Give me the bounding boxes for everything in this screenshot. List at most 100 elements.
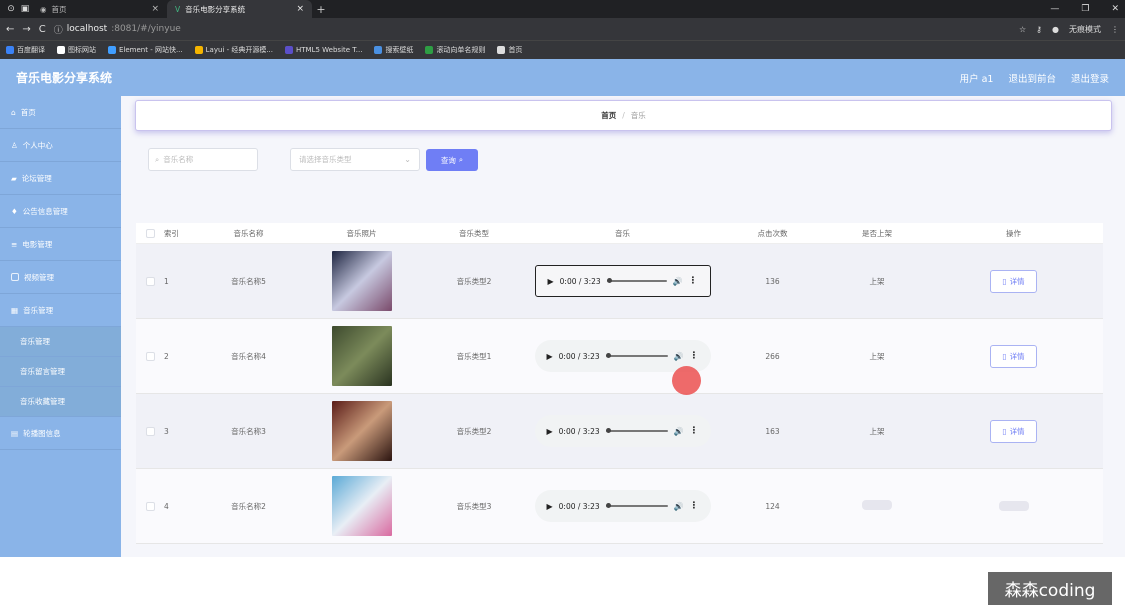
music-type-select[interactable]: 请选择音乐类型 ⌄ bbox=[290, 148, 420, 171]
back-icon[interactable]: ← bbox=[6, 24, 14, 35]
select-all-checkbox[interactable] bbox=[145, 228, 155, 238]
sidebar-item-notice[interactable]: ♦ 公告信息管理 bbox=[0, 195, 121, 228]
audio-time: 0:00 / 3:23 bbox=[558, 351, 600, 361]
logout-link[interactable]: 退出登录 bbox=[1071, 71, 1109, 85]
sidebar-item-home[interactable]: ⌂ 首页 bbox=[0, 96, 121, 129]
query-button[interactable]: 查询 ⌕ bbox=[426, 149, 478, 171]
sidebar-item-forum[interactable]: ▰ 论坛管理 bbox=[0, 162, 121, 195]
play-icon[interactable]: ▶ bbox=[547, 502, 553, 511]
bookmark-icon bbox=[57, 46, 65, 54]
status-text: 上架 bbox=[869, 426, 885, 436]
volume-icon[interactable]: 🔊 bbox=[674, 502, 684, 511]
audio-time: 0:00 / 3:23 bbox=[558, 426, 600, 436]
bookmark-item[interactable]: Layui - 经典开源模... bbox=[194, 45, 273, 55]
sidebar-subitem-label: 音乐管理 bbox=[20, 337, 50, 346]
sidebar-item-video[interactable]: 视频管理 bbox=[0, 261, 121, 294]
sidebar-subitem-music-favorite[interactable]: 音乐收藏管理 bbox=[0, 387, 121, 417]
cell-type: 音乐类型2 bbox=[456, 426, 492, 436]
row-checkbox[interactable] bbox=[145, 426, 155, 436]
sidebar-item-label: 音乐管理 bbox=[23, 305, 54, 315]
detail-button[interactable]: ▯ 详情 bbox=[990, 344, 1037, 368]
sidebar-item-label: 公告信息管理 bbox=[22, 206, 68, 216]
search-icon: ⌕ bbox=[155, 154, 160, 164]
audio-player[interactable]: ▶ 0:00 / 3:23 🔊 ⋮ bbox=[534, 265, 711, 297]
close-tab-icon[interactable]: × bbox=[296, 4, 304, 14]
incognito-label: 无痕模式 bbox=[1069, 24, 1101, 34]
url-host: localhost bbox=[66, 24, 108, 34]
more-options-icon[interactable]: ⋮ bbox=[690, 501, 699, 511]
browser-tab-app[interactable]: V 音乐电影分享系统 × bbox=[167, 0, 312, 18]
browser-tab-home[interactable]: ◉ 首页 × bbox=[32, 0, 167, 18]
bookmark-item[interactable]: HTML5 Website T... bbox=[285, 46, 362, 54]
sidebar-subitem-music-comment[interactable]: 音乐留言管理 bbox=[0, 357, 121, 387]
goto-frontend-link[interactable]: 退出到前台 bbox=[1008, 71, 1056, 85]
volume-icon[interactable]: 🔊 bbox=[673, 277, 683, 286]
restore-icon[interactable]: ❐ bbox=[1081, 4, 1089, 14]
bell-icon: ♦ bbox=[11, 206, 18, 216]
detail-button[interactable]: ▯ 详情 bbox=[990, 269, 1037, 293]
forward-icon[interactable]: → bbox=[22, 24, 30, 35]
more-icon[interactable]: ⋮ bbox=[1111, 25, 1119, 34]
sidebar-item-carousel[interactable]: ▤ 轮播图信息 bbox=[0, 417, 121, 450]
select-placeholder: 请选择音乐类型 bbox=[299, 155, 352, 164]
close-tab-icon[interactable]: × bbox=[151, 4, 159, 14]
chat-icon: ▰ bbox=[11, 173, 17, 183]
table-body: 1 音乐名称5 音乐类型2 ▶ 0:00 / 3:23 🔊 ⋮ 136 上架 ▯… bbox=[136, 244, 1103, 544]
star-icon[interactable]: ☆ bbox=[1019, 25, 1026, 34]
cover-image bbox=[331, 476, 392, 536]
play-icon[interactable]: ▶ bbox=[547, 352, 553, 361]
image-icon: ▤ bbox=[11, 428, 19, 438]
new-tab-button[interactable]: + bbox=[312, 3, 330, 16]
breadcrumb-home[interactable]: 首页 bbox=[601, 110, 616, 121]
audio-progress-slider[interactable] bbox=[605, 353, 668, 358]
cover-image bbox=[331, 251, 392, 311]
audio-progress-slider[interactable] bbox=[606, 278, 667, 283]
row-checkbox[interactable] bbox=[145, 501, 155, 511]
url-field[interactable]: ⓘ localhost:8081/#/yinyue bbox=[54, 21, 1011, 37]
music-folder-icon: ▦ bbox=[11, 305, 19, 315]
audio-player[interactable]: ▶ 0:00 / 3:23 🔊 ⋮ bbox=[534, 415, 711, 447]
more-options-icon[interactable]: ⋮ bbox=[690, 351, 699, 361]
search-input[interactable]: ⌕ 音乐名称 bbox=[148, 148, 258, 171]
audio-progress-slider[interactable] bbox=[605, 503, 668, 508]
cell-type: 音乐类型1 bbox=[456, 351, 492, 361]
minimize-icon[interactable]: — bbox=[1050, 4, 1059, 14]
table-header: 索引 音乐名称 音乐照片 音乐类型 音乐 点击次数 是否上架 操作 bbox=[136, 223, 1103, 244]
bookmark-item[interactable]: 图标网站 bbox=[57, 45, 96, 55]
more-options-icon[interactable]: ⋮ bbox=[689, 276, 698, 286]
sidebar-item-music[interactable]: ▦ 音乐管理 bbox=[0, 294, 121, 327]
bookmark-item[interactable]: Element - 网站快... bbox=[108, 45, 183, 55]
audio-player[interactable]: ▶ 0:00 / 3:23 🔊 ⋮ bbox=[534, 490, 711, 522]
header-index: 索引 bbox=[164, 228, 179, 238]
sidebar-item-movie[interactable]: ≡ 电影管理 bbox=[0, 228, 121, 261]
globe-icon: ◉ bbox=[40, 4, 47, 14]
document-icon: ▯ bbox=[1002, 351, 1007, 361]
app-title: 音乐电影分享系统 bbox=[16, 71, 113, 85]
cell-name: 音乐名称2 bbox=[231, 501, 266, 511]
table-row: 3 音乐名称3 音乐类型2 ▶ 0:00 / 3:23 🔊 ⋮ 163 上架 ▯… bbox=[136, 394, 1103, 469]
key-icon[interactable]: ⚷ bbox=[1036, 25, 1042, 34]
home-icon: ⌂ bbox=[11, 107, 16, 117]
play-icon[interactable]: ▶ bbox=[548, 277, 554, 286]
bookmark-icon bbox=[285, 46, 294, 54]
bookmark-item[interactable]: 百度翻译 bbox=[6, 45, 45, 55]
volume-icon[interactable]: 🔊 bbox=[674, 352, 684, 361]
chrome-menu-icon[interactable]: ⊙ bbox=[4, 3, 18, 15]
more-options-icon[interactable]: ⋮ bbox=[690, 426, 699, 436]
volume-icon[interactable]: 🔊 bbox=[674, 427, 684, 436]
close-window-icon[interactable]: ✕ bbox=[1111, 4, 1119, 14]
tab-search-icon[interactable]: ▣ bbox=[18, 3, 32, 15]
audio-progress-slider[interactable] bbox=[605, 428, 668, 433]
bookmark-item[interactable]: 搜索壁纸 bbox=[374, 45, 413, 55]
row-checkbox[interactable] bbox=[145, 351, 155, 361]
sidebar-subitem-music[interactable]: 音乐管理 bbox=[0, 327, 121, 357]
bookmark-item[interactable]: 滚动向单名规则 bbox=[425, 45, 485, 55]
bookmark-item[interactable]: 首页 bbox=[497, 45, 522, 55]
bookmark-icon bbox=[374, 46, 383, 54]
row-checkbox[interactable] bbox=[145, 276, 155, 286]
search-icon: ⌕ bbox=[458, 155, 464, 164]
play-icon[interactable]: ▶ bbox=[547, 427, 553, 436]
reload-icon[interactable]: C bbox=[39, 24, 46, 35]
detail-button[interactable]: ▯ 详情 bbox=[990, 419, 1037, 443]
sidebar-item-profile[interactable]: ♙ 个人中心 bbox=[0, 129, 121, 162]
